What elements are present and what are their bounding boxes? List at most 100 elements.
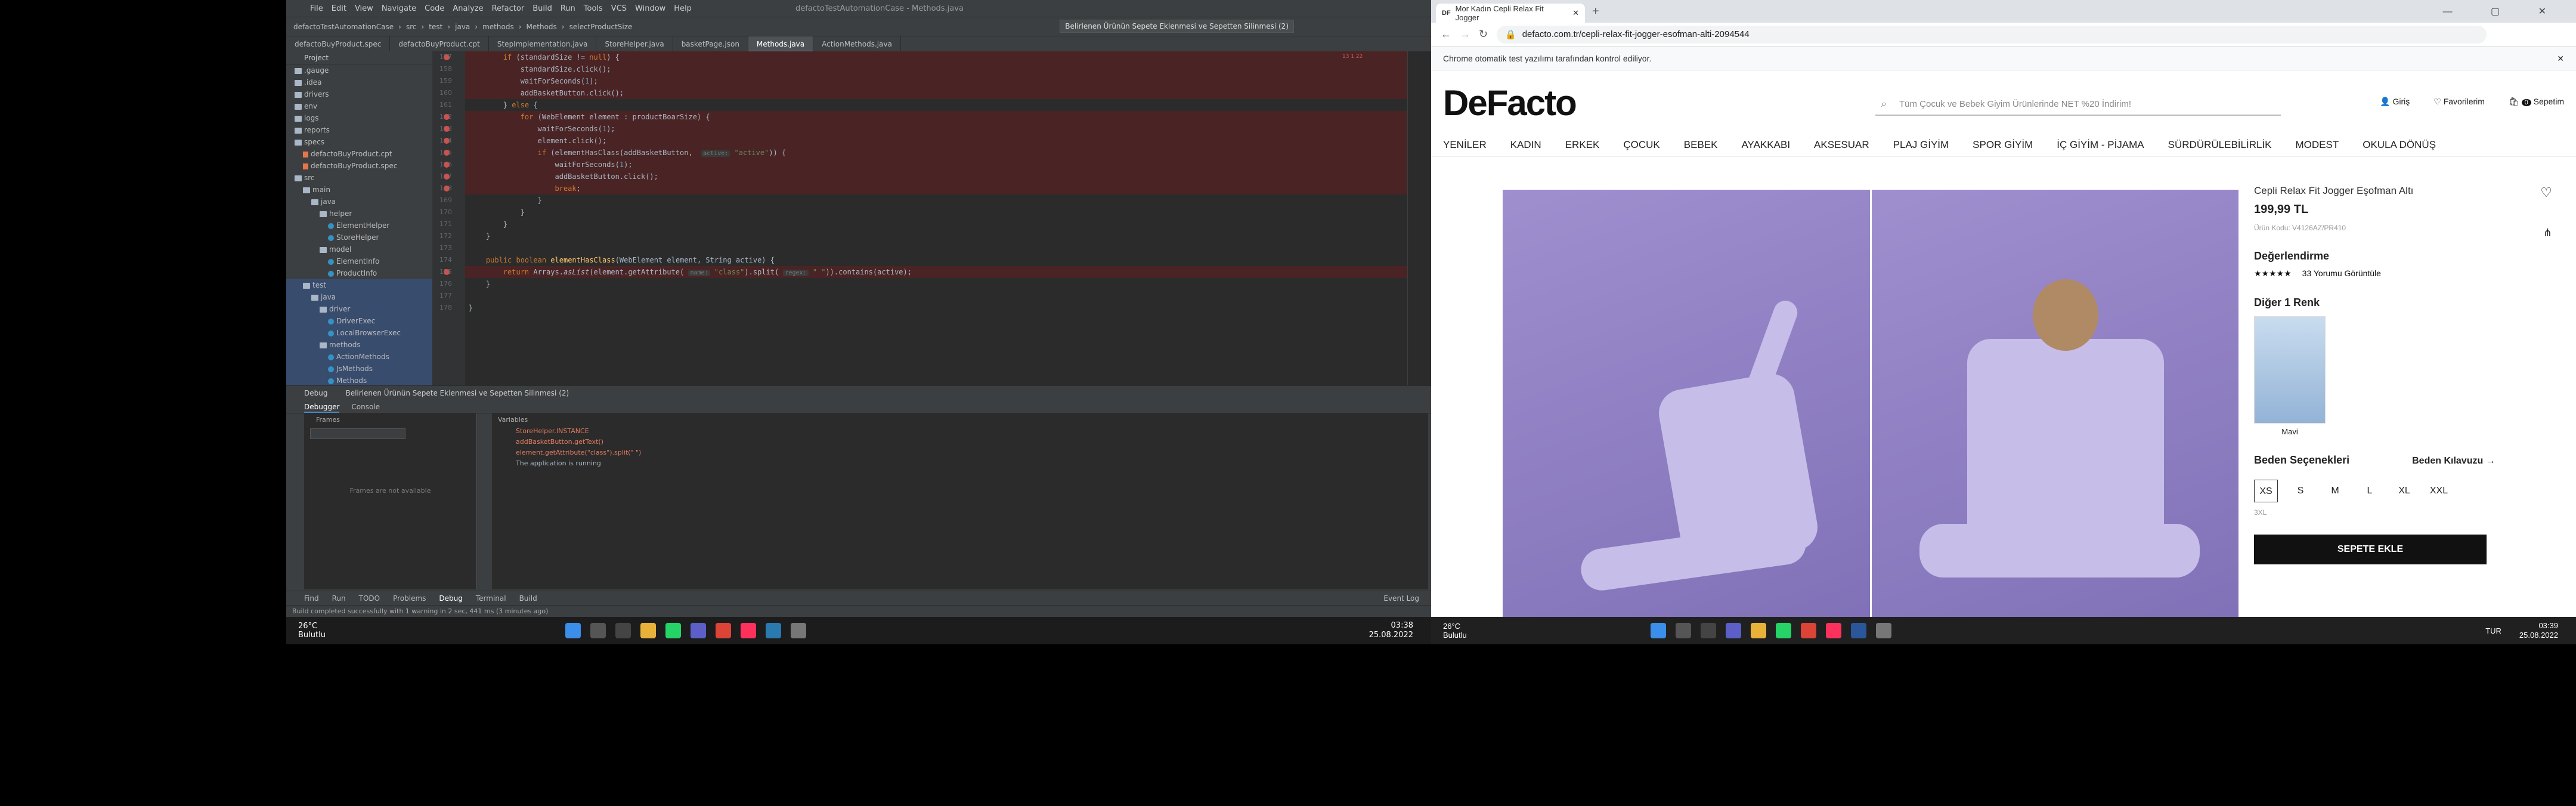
menu-window[interactable]: Window: [635, 4, 665, 13]
breakpoint-icon[interactable]: [444, 162, 450, 168]
tree-item[interactable]: test: [286, 279, 432, 291]
breakpoint-icon[interactable]: [444, 54, 450, 60]
nav-item[interactable]: YENİLER: [1443, 139, 1487, 151]
reviews-link[interactable]: 33 Yorumu Görüntüle: [2302, 268, 2381, 278]
tree-item[interactable]: java: [286, 196, 432, 208]
breakpoint-icon[interactable]: [444, 138, 450, 144]
tree-item[interactable]: driver: [286, 303, 432, 315]
breakpoint-icon[interactable]: [444, 269, 450, 275]
nav-item[interactable]: OKULA DÖNÜŞ: [2363, 139, 2436, 151]
line-number[interactable]: 176: [432, 278, 452, 290]
taskbar-clock[interactable]: 03:39 25.08.2022: [2519, 621, 2558, 640]
tool-debug[interactable]: Debug: [439, 594, 462, 603]
login-link[interactable]: 👤 Giriş: [2380, 97, 2410, 107]
code-editor[interactable]: if (standardSize != null) { standardSize…: [465, 51, 1407, 385]
project-panel-title[interactable]: Project: [286, 51, 432, 64]
tree-item[interactable]: .gauge: [286, 64, 432, 76]
back-icon[interactable]: ←: [1441, 28, 1451, 41]
favorite-heart-icon[interactable]: ♡: [2540, 185, 2552, 200]
nav-item[interactable]: KADIN: [1510, 139, 1541, 151]
reload-icon[interactable]: ↻: [1479, 28, 1488, 41]
breakpoint-icon[interactable]: [444, 150, 450, 156]
thread-select[interactable]: [310, 428, 405, 439]
line-number[interactable]: 160: [432, 87, 452, 99]
weather-widget[interactable]: 26°C Bulutlu: [298, 622, 382, 640]
line-number[interactable]: 173: [432, 242, 452, 254]
language-indicator[interactable]: TUR: [2485, 626, 2501, 635]
intellij-icon[interactable]: [741, 623, 756, 638]
tree-item[interactable]: env: [286, 100, 432, 112]
nav-item[interactable]: AKSESUAR: [1814, 139, 1869, 151]
tree-item[interactable]: defactoBuyProduct.spec: [286, 160, 432, 172]
nav-item[interactable]: AYAKKABI: [1741, 139, 1790, 151]
run-config-select[interactable]: Belirlenen Ürünün Sepete Eklenmesi ve Se…: [1060, 20, 1294, 33]
nav-item[interactable]: SPOR GİYİM: [1973, 139, 2033, 151]
whatsapp-icon[interactable]: [1776, 623, 1791, 638]
forward-icon[interactable]: →: [1460, 28, 1470, 41]
breakpoint-icon[interactable]: [444, 114, 450, 120]
tab-debugger[interactable]: Debugger: [304, 400, 340, 413]
crumb-method[interactable]: selectProductSize: [569, 23, 633, 31]
tab-console[interactable]: Console: [351, 400, 380, 413]
browser-tab[interactable]: DF Mor Kadın Cepli Relax Fit Jogger ✕: [1436, 4, 1585, 23]
tree-item[interactable]: .idea: [286, 76, 432, 88]
tree-item[interactable]: src: [286, 172, 432, 184]
breakpoint-icon[interactable]: [444, 174, 450, 180]
product-photo[interactable]: [1871, 190, 2238, 644]
line-number[interactable]: 168: [432, 183, 452, 194]
line-number[interactable]: 175: [432, 266, 452, 278]
menu-help[interactable]: Help: [674, 4, 692, 13]
line-number[interactable]: 171: [432, 218, 452, 230]
line-number[interactable]: 166: [432, 159, 452, 171]
size-option[interactable]: M: [2323, 480, 2347, 502]
line-number[interactable]: 174: [432, 254, 452, 266]
tree-item[interactable]: ElementHelper: [286, 220, 432, 231]
nav-item[interactable]: PLAJ GİYİM: [1893, 139, 1949, 151]
menu-view[interactable]: View: [355, 4, 373, 13]
tool-terminal[interactable]: Terminal: [476, 594, 506, 603]
breakpoint-icon[interactable]: [444, 186, 450, 192]
line-number[interactable]: 178: [432, 302, 452, 314]
tool-todo[interactable]: TODO: [359, 594, 380, 603]
size-option[interactable]: S: [2289, 480, 2312, 502]
line-number[interactable]: 177: [432, 290, 452, 302]
size-guide-link[interactable]: Beden Kılavuzu →: [2412, 456, 2496, 466]
word-icon[interactable]: [1851, 623, 1866, 638]
app-icon[interactable]: [766, 623, 781, 638]
menu-navigate[interactable]: Navigate: [382, 4, 416, 13]
nav-item[interactable]: ERKEK: [1565, 139, 1600, 151]
menu-refactor[interactable]: Refactor: [492, 4, 525, 13]
tool-problems[interactable]: Problems: [393, 594, 426, 603]
explorer-icon[interactable]: [1751, 623, 1766, 638]
tree-item[interactable]: StoreHelper: [286, 231, 432, 243]
size-option[interactable]: XL: [2392, 480, 2416, 502]
app-icon[interactable]: [1876, 623, 1891, 638]
watch-row[interactable]: addBasketButton.getText(): [492, 437, 1428, 447]
crumb-project[interactable]: defactoTestAutomationCase: [293, 23, 394, 31]
product-photo[interactable]: [1503, 190, 1870, 644]
tree-item[interactable]: Methods: [286, 375, 432, 385]
watch-row[interactable]: element.getAttribute("class").split(" "): [492, 447, 1428, 458]
menu-run[interactable]: Run: [561, 4, 575, 13]
line-number[interactable]: 165: [432, 147, 452, 159]
tree-item[interactable]: drivers: [286, 88, 432, 100]
inspection-widget[interactable]: 13 1 22: [1342, 51, 1431, 385]
tree-item[interactable]: LocalBrowserExec: [286, 327, 432, 339]
tree-item[interactable]: java: [286, 291, 432, 303]
tree-item[interactable]: reports: [286, 124, 432, 136]
line-number[interactable]: 164: [432, 135, 452, 147]
teams-icon[interactable]: [1726, 623, 1741, 638]
line-number[interactable]: 170: [432, 206, 452, 218]
crumb-src[interactable]: src: [406, 23, 417, 31]
tree-item[interactable]: defactoBuyProduct.cpt: [286, 148, 432, 160]
tab-cpt[interactable]: defactoBuyProduct.cpt: [390, 36, 489, 52]
menu-code[interactable]: Code: [425, 4, 444, 13]
teams-icon[interactable]: [691, 623, 706, 638]
line-number[interactable]: 169: [432, 194, 452, 206]
size-option[interactable]: XXL: [2427, 480, 2451, 502]
line-number[interactable]: 157: [432, 51, 452, 63]
tree-item[interactable]: ElementInfo: [286, 255, 432, 267]
tree-item[interactable]: methods: [286, 339, 432, 351]
nav-item[interactable]: ÇOCUK: [1623, 139, 1659, 151]
breakpoint-icon[interactable]: [444, 126, 450, 132]
